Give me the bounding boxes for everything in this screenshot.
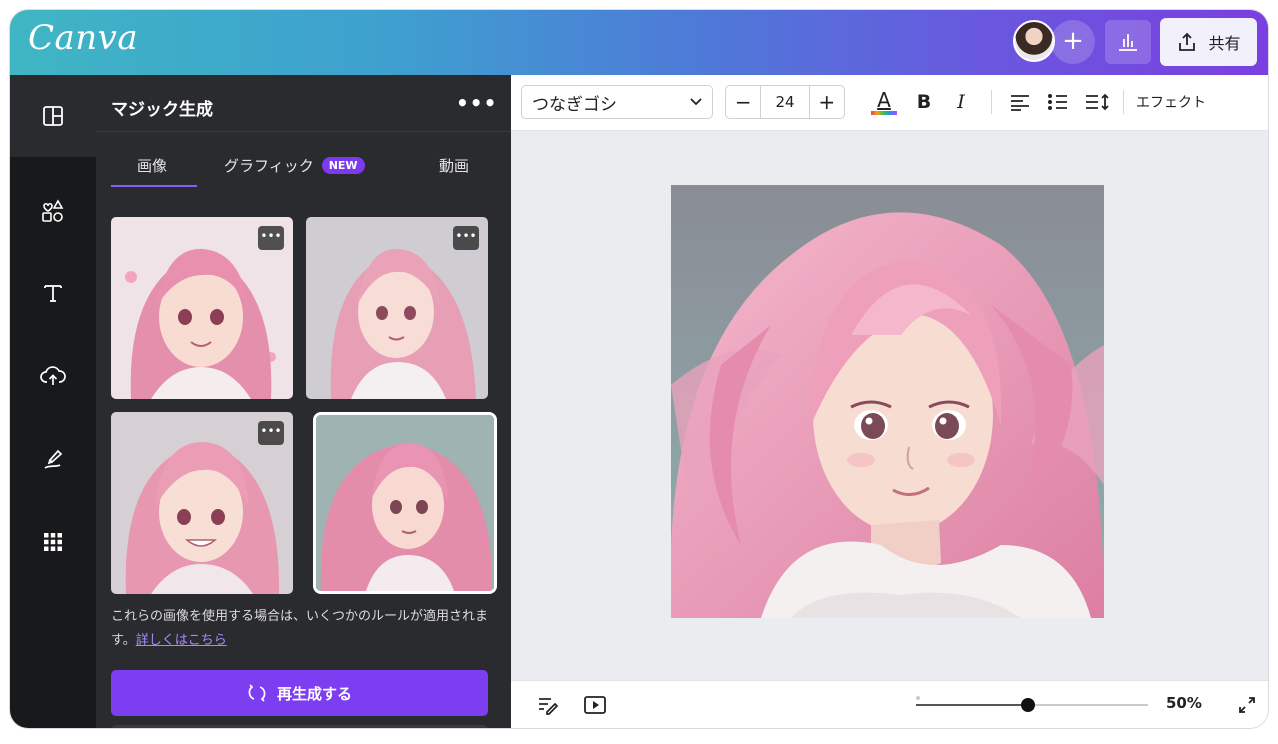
increase-font-size-button[interactable]: + <box>810 86 844 118</box>
effects-button[interactable]: エフェクト <box>1136 92 1206 112</box>
active-tab-indicator <box>111 185 197 187</box>
rainbow-bar <box>871 110 897 115</box>
chevron-down-icon <box>690 98 702 106</box>
tab-video[interactable]: 動画 <box>439 155 469 176</box>
rail-item-apps[interactable] <box>10 512 96 572</box>
rail-item-elements[interactable] <box>10 181 96 241</box>
canva-editor-window: Canva + 共有 マジック生成 ••• 画像 グラフィック NEW 動画 •… <box>10 10 1268 728</box>
canva-logo[interactable]: Canva <box>28 18 138 58</box>
share-label: 共有 <box>1208 34 1241 53</box>
generated-image-3[interactable]: ••• <box>111 412 293 594</box>
text-color-button[interactable]: A <box>866 87 902 117</box>
generated-image-2[interactable]: ••• <box>306 217 488 399</box>
insights-icon <box>1119 34 1137 51</box>
regenerate-icon <box>248 684 266 702</box>
tab-images[interactable]: 画像 <box>137 155 167 176</box>
bottom-bar: 50% <box>511 680 1268 728</box>
thumb-more-button[interactable]: ••• <box>453 226 479 250</box>
share-icon <box>1179 32 1196 51</box>
zoom-slider-handle[interactable] <box>1021 698 1035 712</box>
divider <box>96 131 511 132</box>
rail-item-draw[interactable] <box>10 429 96 489</box>
usage-disclaimer: これらの画像を使用する場合は、いくつかのルールが適用されます。詳しくはこちら <box>111 605 496 653</box>
canvas-design-image[interactable] <box>671 185 1104 618</box>
rail-item-design[interactable] <box>10 86 96 146</box>
line-spacing-icon <box>1086 93 1109 111</box>
tab-graphics[interactable]: グラフィック NEW <box>224 155 365 176</box>
thumb-more-button[interactable]: ••• <box>258 421 284 445</box>
zoom-level[interactable]: 50% <box>1166 694 1202 712</box>
draw-icon <box>44 449 63 469</box>
text-icon <box>44 285 62 302</box>
new-badge: NEW <box>321 157 365 174</box>
generated-image-1[interactable]: ••• <box>111 217 293 399</box>
align-left-icon <box>1011 95 1029 111</box>
align-button[interactable] <box>1006 87 1034 117</box>
font-size-value[interactable]: 24 <box>760 86 810 118</box>
slider-min-dot <box>916 696 920 700</box>
italic-button[interactable]: I <box>948 87 974 117</box>
layout-icon <box>43 106 63 126</box>
insights-button[interactable] <box>1105 20 1151 64</box>
apps-icon <box>44 533 62 551</box>
regenerate-button[interactable]: 再生成する <box>111 670 488 716</box>
present-icon <box>584 696 606 714</box>
divider <box>991 90 992 114</box>
zoom-slider-fill <box>916 704 1028 706</box>
thumb-more-button[interactable]: ••• <box>258 226 284 250</box>
top-header: Canva + 共有 <box>10 10 1268 75</box>
magic-generate-panel: マジック生成 ••• 画像 グラフィック NEW 動画 ••• ••• ••• … <box>96 75 511 728</box>
anime-portrait-image <box>316 415 494 591</box>
upload-icon <box>40 366 66 385</box>
divider <box>1123 90 1124 114</box>
panel-title: マジック生成 <box>111 100 213 120</box>
generated-image-4-selected[interactable] <box>316 415 494 591</box>
panel-more-button[interactable]: ••• <box>456 91 497 115</box>
font-family-select[interactable]: つなぎゴシ <box>521 85 713 119</box>
side-rail <box>10 75 96 728</box>
panel-next-item <box>111 725 488 728</box>
list-button[interactable] <box>1044 87 1072 117</box>
anime-portrait-image <box>671 185 1104 618</box>
spacing-button[interactable] <box>1082 87 1112 117</box>
font-family-value: つなぎゴシ <box>532 94 617 115</box>
font-size-stepper: − 24 + <box>725 85 845 119</box>
notes-button[interactable] <box>535 690 561 720</box>
text-toolbar: つなぎゴシ − 24 + A B I エフェクト <box>511 75 1268 131</box>
elements-icon <box>42 199 64 222</box>
rail-item-text[interactable] <box>10 263 96 323</box>
fullscreen-button[interactable] <box>1235 690 1259 720</box>
decrease-font-size-button[interactable]: − <box>726 86 760 118</box>
present-button[interactable] <box>581 690 609 720</box>
add-collaborator-button[interactable]: + <box>1051 20 1095 64</box>
avatar[interactable] <box>1013 20 1055 62</box>
notes-icon <box>539 698 559 715</box>
bullet-list-icon <box>1048 94 1067 110</box>
share-button[interactable]: 共有 <box>1160 18 1257 66</box>
regenerate-label: 再生成する <box>276 684 352 703</box>
rail-item-uploads[interactable] <box>10 346 96 406</box>
fullscreen-icon <box>1239 697 1255 713</box>
text-color-letter: A <box>877 87 891 112</box>
learn-more-link[interactable]: 詳しくはこちら <box>136 633 227 648</box>
bold-button[interactable]: B <box>911 87 937 117</box>
tab-graphics-label: グラフィック <box>224 157 314 175</box>
